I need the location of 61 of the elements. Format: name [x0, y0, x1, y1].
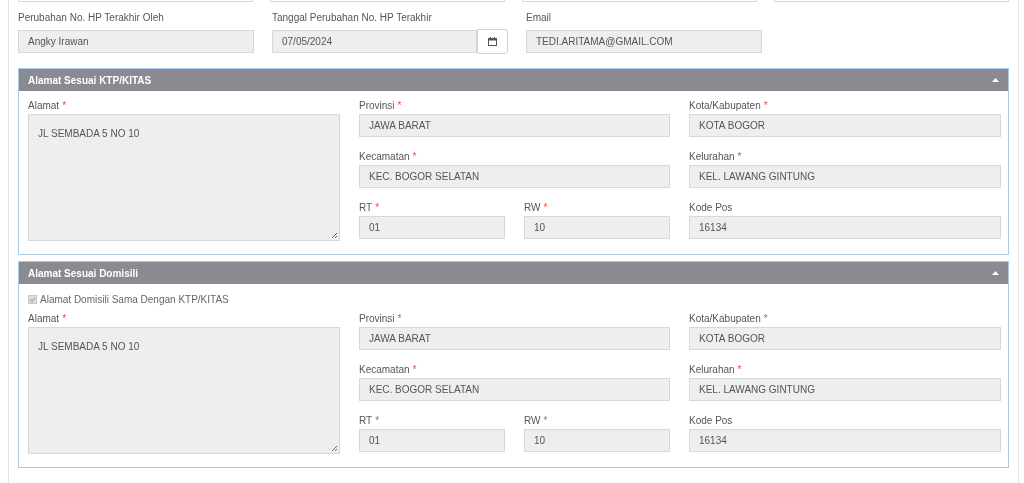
input-field[interactable]: 01: [359, 216, 505, 239]
caret-up-icon[interactable]: [992, 271, 999, 275]
calendar-icon: [488, 37, 497, 46]
input-field[interactable]: TEDI.ARITAMA@GMAIL.COM: [526, 30, 762, 53]
required-mark: *: [412, 151, 417, 162]
input-field[interactable]: KEC. BOGOR SELATAN: [359, 165, 670, 188]
calendar-button[interactable]: [477, 29, 508, 54]
caret-up-icon[interactable]: [992, 78, 999, 82]
address-textarea[interactable]: JL SEMBADA 5 NO 10: [28, 327, 340, 454]
address-textarea[interactable]: JL SEMBADA 5 NO 10: [28, 114, 340, 241]
field-label: Perubahan No. HP Terakhir Oleh: [18, 12, 164, 23]
input-field[interactable]: Angky Irawan: [18, 30, 254, 53]
field-label: Kota/Kabupaten: [689, 100, 761, 111]
field-label: Kode Pos: [689, 202, 733, 213]
field-label: Kode Pos: [689, 415, 733, 426]
input-field[interactable]: KEL. LAWANG GINTUNG: [689, 378, 1001, 401]
field-label: Tanggal Perubahan No. HP Terakhir: [272, 12, 432, 23]
section-title: Alamat Sesuai Domisili: [28, 266, 139, 281]
required-mark: *: [737, 364, 742, 375]
field-label: Kota/Kabupaten: [689, 313, 761, 324]
resize-handle-icon[interactable]: [331, 232, 338, 239]
field-label: Kelurahan: [689, 151, 735, 162]
section-title: Alamat Sesuai KTP/KITAS: [28, 73, 152, 88]
field-label: Kecamatan: [359, 151, 410, 162]
required-mark: *: [412, 364, 417, 375]
field-label: RT: [359, 415, 373, 426]
required-mark: *: [737, 151, 742, 162]
input-field[interactable]: KEC. BOGOR SELATAN: [359, 378, 670, 401]
field-label: RT: [359, 202, 373, 213]
required-mark: *: [375, 415, 380, 426]
date-field[interactable]: 07/05/2024: [272, 30, 477, 53]
field-label: RW: [524, 415, 541, 426]
input-field[interactable]: KEL. LAWANG GINTUNG: [689, 165, 1001, 188]
input-field[interactable]: 16134: [689, 429, 1001, 452]
input-field[interactable]: KOTA BOGOR: [689, 114, 1001, 137]
required-mark: *: [543, 202, 548, 213]
field-label: Alamat: [28, 313, 60, 324]
input-field[interactable]: KOTA BOGOR: [689, 327, 1001, 350]
required-mark: *: [375, 202, 380, 213]
required-mark: *: [763, 100, 768, 111]
required-mark: *: [397, 313, 402, 324]
required-mark: *: [397, 100, 402, 111]
input-field[interactable]: JAWA BARAT: [359, 327, 670, 350]
field-label: Provinsi: [359, 100, 395, 111]
required-mark: *: [763, 313, 768, 324]
field-label: Provinsi: [359, 313, 395, 324]
input-field[interactable]: 10: [524, 429, 670, 452]
field-label: Kecamatan: [359, 364, 410, 375]
field-label: RW: [524, 202, 541, 213]
input-field[interactable]: JAWA BARAT: [359, 114, 670, 137]
field-label: Kelurahan: [689, 364, 735, 375]
input-field[interactable]: 16134: [689, 216, 1001, 239]
input-field[interactable]: 10: [524, 216, 670, 239]
resize-handle-icon[interactable]: [331, 445, 338, 452]
input-field[interactable]: 01: [359, 429, 505, 452]
required-mark: *: [62, 100, 67, 111]
required-mark: *: [62, 313, 67, 324]
required-mark: *: [543, 415, 548, 426]
field-label: Alamat: [28, 100, 60, 111]
field-label: Email: [526, 12, 551, 23]
checkbox-label: Alamat Domisili Sama Dengan KTP/KITAS: [40, 292, 229, 307]
